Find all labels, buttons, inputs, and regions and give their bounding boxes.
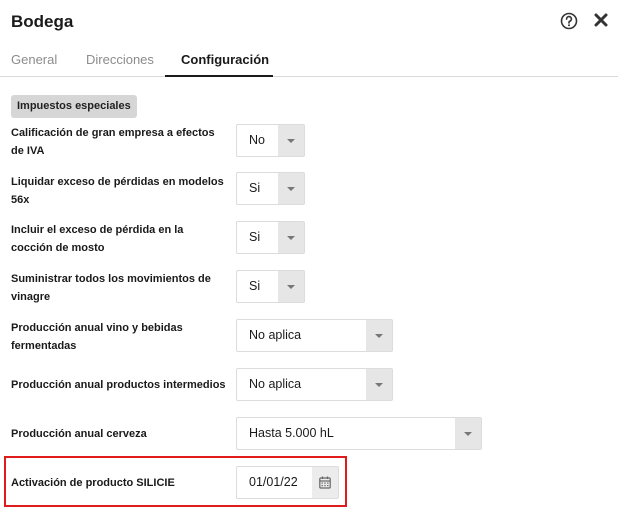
select-productos-intermedios[interactable]: No aplica (236, 368, 393, 401)
chevron-down-icon (287, 139, 295, 143)
dropdown-toggle[interactable] (278, 125, 304, 156)
field-label-vinagre: Suministrar todos los movimientos de vin… (11, 273, 211, 303)
select-cerveza[interactable]: Hasta 5.000 hL (236, 417, 482, 450)
select-value: Si (249, 279, 261, 293)
dropdown-toggle[interactable] (278, 173, 304, 204)
select-gran-empresa[interactable]: No (236, 124, 305, 157)
field-label-coccion-mosto: Incluir el exceso de pérdida en la cocci… (11, 224, 184, 254)
dialog-header: Bodega (0, 0, 618, 44)
field-label-cerveza: Producción anual cerveza (11, 428, 147, 440)
select-vinagre[interactable]: Si (236, 270, 305, 303)
field-label-productos-intermedios: Producción anual productos intermedios (11, 379, 226, 391)
chevron-down-icon (287, 285, 295, 289)
select-vino-fermentadas[interactable]: No aplica (236, 319, 393, 352)
help-circle-icon[interactable] (560, 12, 578, 30)
dropdown-toggle[interactable] (455, 418, 481, 449)
tab-bar: General Direcciones Configuración (0, 44, 618, 77)
tab-direcciones[interactable]: Direcciones (86, 52, 154, 67)
close-icon[interactable] (593, 12, 611, 30)
select-value: No aplica (249, 377, 302, 391)
select-coccion-mosto[interactable]: Si (236, 221, 305, 254)
active-tab-indicator (165, 75, 273, 77)
chevron-down-icon (287, 236, 295, 240)
chevron-down-icon (375, 334, 383, 338)
field-label-vino-fermentadas: Producción anual vino y bebidas fermenta… (11, 322, 183, 352)
tab-configuracion[interactable]: Configuración (181, 52, 269, 67)
field-label-exceso-perdidas: Liquidar exceso de pérdidas en modelos 5… (11, 176, 224, 206)
dropdown-toggle[interactable] (366, 320, 392, 351)
select-value: Hasta 5.000 hL (249, 426, 334, 440)
select-value: Si (249, 181, 261, 195)
chevron-down-icon (464, 432, 472, 436)
select-value: Si (249, 230, 261, 244)
dropdown-toggle[interactable] (366, 369, 392, 400)
dialog-title: Bodega (11, 12, 74, 31)
chevron-down-icon (375, 383, 383, 387)
tab-general[interactable]: General (11, 52, 57, 67)
dropdown-toggle[interactable] (278, 222, 304, 253)
field-label-gran-empresa: Calificación de gran empresa a efectos d… (11, 127, 215, 157)
select-value: No aplica (249, 328, 302, 342)
select-exceso-perdidas[interactable]: Si (236, 172, 305, 205)
highlight-box (4, 456, 347, 507)
section-title-chip: Impuestos especiales (11, 95, 137, 118)
dropdown-toggle[interactable] (278, 271, 304, 302)
select-value: No (249, 133, 265, 147)
chevron-down-icon (287, 187, 295, 191)
